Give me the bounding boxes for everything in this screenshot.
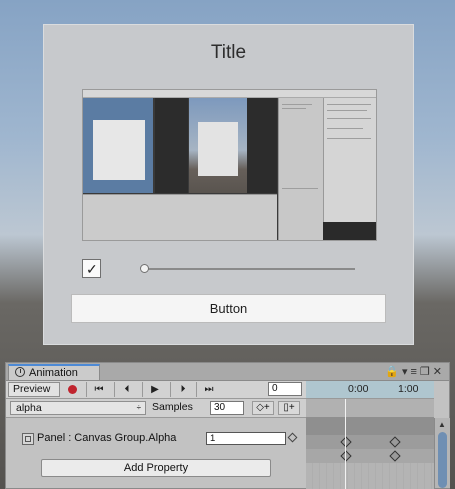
mini-panel [198,122,238,176]
time-label: 1:00 [398,383,419,395]
record-icon[interactable] [68,385,77,394]
add-event-icon[interactable]: ▯+ [278,401,300,415]
first-keyframe-icon[interactable]: ⏮ [86,382,111,397]
previous-keyframe-icon[interactable]: ⏴ [114,382,139,397]
mini-line [327,104,371,105]
mini-game-view [189,98,247,193]
timeline-events-row [306,417,434,435]
mini-project-panel [83,194,277,240]
property-value-input[interactable]: 1 [206,432,286,445]
ui-slider-handle[interactable] [140,264,149,273]
scroll-thumb[interactable] [438,432,447,488]
timeline-summary-row [306,435,434,449]
clock-icon [15,367,25,377]
mini-dark-area [247,98,277,193]
window-tabbar: Animation 🔒▾≡❐✕ [6,363,449,381]
mini-line [282,104,312,105]
animation-toolbar: Preview ⏮ ⏴ ▶ ⏵ ⏭ 0 [6,381,306,399]
time-label: 0:00 [348,383,369,395]
property-label: Panel : Canvas Group.Alpha [37,432,177,444]
add-keyframe-icon[interactable]: ◇+ [252,401,274,415]
frame-input[interactable]: 0 [268,382,302,396]
check-icon: ✓ [86,261,98,277]
scroll-up-icon[interactable]: ▲ [438,420,446,429]
tab-label: Animation [29,367,78,379]
window-controls-icon[interactable]: 🔒▾≡❐✕ [385,365,445,378]
ui-slider-track[interactable] [145,268,355,270]
mini-line [327,110,367,111]
vertical-scrollbar[interactable]: ▲ [434,418,450,488]
play-icon[interactable]: ▶ [142,382,167,397]
last-keyframe-icon[interactable]: ⏭ [196,382,221,397]
time-ruler[interactable]: 0:00 1:00 [306,381,434,399]
clip-select[interactable]: alpha ÷ [10,401,146,415]
mini-inspector [323,98,376,222]
keyframe-diamond-icon[interactable] [389,450,401,462]
ui-toggle-checkbox[interactable]: ✓ [82,259,101,278]
dopesheet-timeline[interactable]: 0:00 1:00 [306,381,434,489]
animation-window: Animation 🔒▾≡❐✕ Preview ⏮ ⏴ ▶ ⏵ ⏭ 0 alph… [5,362,450,489]
samples-label: Samples [152,401,193,413]
keyframe-diamond-icon[interactable] [340,436,352,448]
mini-preview-area [323,222,376,240]
add-property-button[interactable]: Add Property [41,459,271,477]
dropdown-arrow-icon: ÷ [136,403,141,412]
ui-button[interactable]: Button [71,294,386,323]
keyframe-diamond-icon[interactable] [287,432,298,443]
mini-panel [93,120,145,180]
clip-name: alpha [16,402,42,414]
property-row[interactable]: Panel : Canvas Group.Alpha 1 [20,431,304,447]
mini-menubar [83,90,376,98]
next-keyframe-icon[interactable]: ⏵ [170,382,195,397]
editor-screenshot-image [82,89,377,241]
timeline-property-row [306,449,434,463]
mini-scene-view [83,98,153,193]
mini-dark-area [155,98,188,193]
mini-line [282,188,318,189]
mini-line [327,138,371,139]
playhead-line[interactable] [345,399,346,489]
mini-line [327,128,363,129]
canvas-group-icon [22,433,34,445]
samples-input[interactable]: 30 [210,401,244,415]
preview-button[interactable]: Preview [8,382,60,397]
mini-line [282,108,306,109]
keyframe-diamond-icon[interactable] [340,450,352,462]
ui-panel: Title ✓ Button [43,24,414,345]
clip-row: alpha ÷ Samples 30 ◇+ ▯+ [6,399,306,418]
mini-hierarchy [278,98,323,240]
keyframe-diamond-icon[interactable] [389,436,401,448]
mini-line [327,118,371,119]
panel-title: Title [210,42,247,63]
tab-animation[interactable]: Animation [8,364,100,380]
timeline-empty-area [306,463,434,489]
